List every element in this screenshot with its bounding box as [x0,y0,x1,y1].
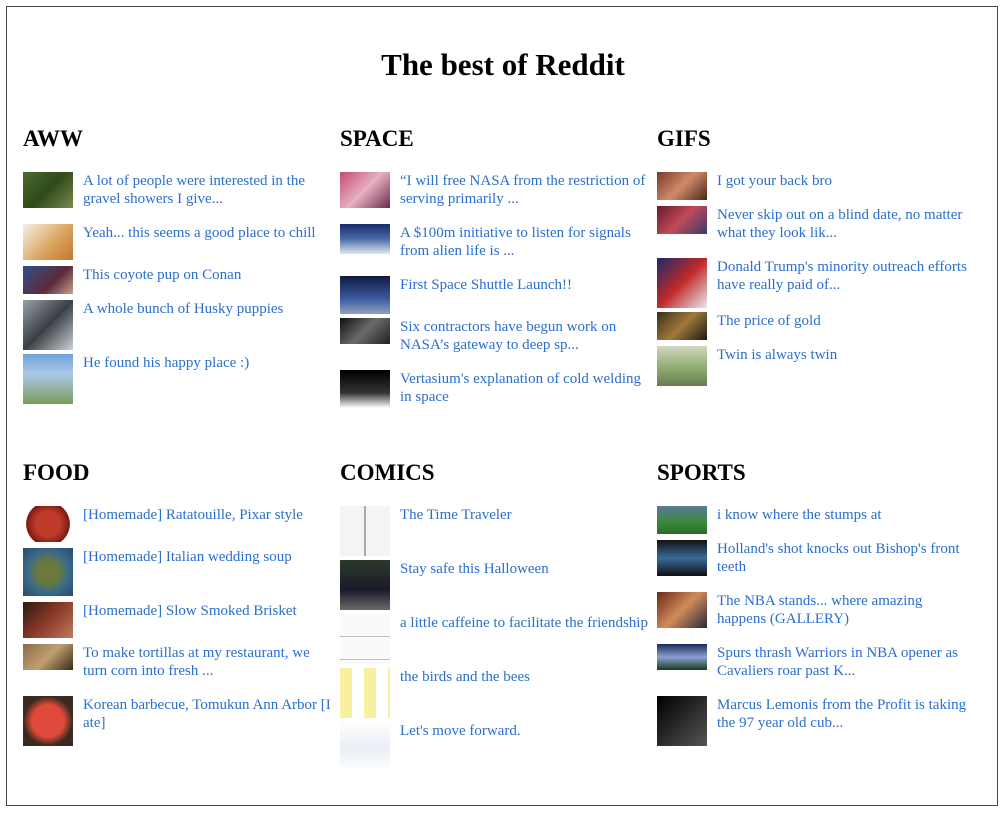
post-link[interactable]: This coyote pup on Conan [83,266,335,284]
thumbnail-image[interactable] [340,614,390,664]
thumbnail-image[interactable] [23,172,73,208]
section-title: SPACE [340,126,414,151]
post-link[interactable]: [Homemade] Slow Smoked Brisket [83,602,335,620]
thumbnail-image[interactable] [23,696,73,746]
thumbnail-image[interactable] [657,346,707,386]
post-link[interactable]: Donald Trump's minority outreach efforts… [717,258,969,294]
thumbnail-image[interactable] [23,644,73,670]
thumbnail-image[interactable] [23,548,73,596]
thumbnail-image[interactable] [340,318,390,344]
thumbnail-image[interactable] [657,592,707,628]
section-title: COMICS [340,460,435,485]
post-link[interactable]: The Time Traveler [400,506,652,524]
post-link[interactable]: Six contractors have begun work on NASA’… [400,318,652,354]
thumbnail-image[interactable] [23,354,73,404]
thumbnail-image[interactable] [23,602,73,638]
post-link[interactable]: Let's move forward. [400,722,652,740]
thumbnail-image[interactable] [657,258,707,308]
post-link[interactable]: [Homemade] Italian wedding soup [83,548,335,566]
section-title: AWW [23,126,84,151]
section-title: GIFS [657,126,711,151]
post-link[interactable]: Twin is always twin [717,346,969,364]
section-title: FOOD [23,460,90,485]
post-link[interactable]: Spurs thrash Warriors in NBA opener as C… [717,644,969,680]
thumbnail-image[interactable] [657,540,707,576]
thumbnail-image[interactable] [340,172,390,208]
thumbnail-image[interactable] [340,276,390,314]
post-link[interactable]: To make tortillas at my restaurant, we t… [83,644,335,680]
post-link[interactable]: [Homemade] Ratatouille, Pixar style [83,506,335,524]
post-link[interactable]: The NBA stands... where amazing happens … [717,592,969,628]
post-link[interactable]: A $100m initiative to listen for signals… [400,224,652,260]
thumbnail-image[interactable] [340,370,390,408]
page-frame: The best of Reddit AWW A lot of people w… [6,6,998,806]
post-link[interactable]: Holland's shot knocks out Bishop's front… [717,540,969,576]
page-title: The best of Reddit [381,47,625,82]
thumbnail-image[interactable] [657,506,707,534]
post-link[interactable]: Stay safe this Halloween [400,560,652,578]
post-link[interactable]: First Space Shuttle Launch!! [400,276,652,294]
thumbnail-image[interactable] [340,668,390,718]
post-link[interactable]: a little caffeine to facilitate the frie… [400,614,652,632]
post-link[interactable]: i know where the stumps at [717,506,969,524]
thumbnail-image[interactable] [340,506,390,556]
thumbnail-image[interactable] [340,722,390,772]
post-link[interactable]: Korean barbecue, Tomukun Ann Arbor [I at… [83,696,335,732]
thumbnail-image[interactable] [340,560,390,610]
thumbnail-image[interactable] [657,312,707,340]
thumbnail-image[interactable] [23,224,73,260]
thumbnail-image[interactable] [657,644,707,670]
thumbnail-image[interactable] [340,224,390,254]
thumbnail-image[interactable] [23,506,73,542]
section-title: SPORTS [657,460,746,485]
post-link[interactable]: Vertasium's explanation of cold welding … [400,370,652,406]
thumbnail-image[interactable] [23,266,73,294]
post-link[interactable]: Yeah... this seems a good place to chill [83,224,335,242]
post-link[interactable]: Marcus Lemonis from the Profit is taking… [717,696,969,732]
thumbnail-image[interactable] [657,172,707,200]
thumbnail-image[interactable] [657,206,707,234]
post-link[interactable]: A lot of people were interested in the g… [83,172,335,208]
thumbnail-image[interactable] [657,696,707,746]
post-link[interactable]: “I will free NASA from the restriction o… [400,172,652,208]
post-link[interactable]: A whole bunch of Husky puppies [83,300,335,318]
post-link[interactable]: the birds and the bees [400,668,652,686]
post-link[interactable]: Never skip out on a blind date, no matte… [717,206,969,242]
post-link[interactable]: He found his happy place :) [83,354,335,372]
post-link[interactable]: The price of gold [717,312,969,330]
post-link[interactable]: I got your back bro [717,172,969,190]
thumbnail-image[interactable] [23,300,73,350]
